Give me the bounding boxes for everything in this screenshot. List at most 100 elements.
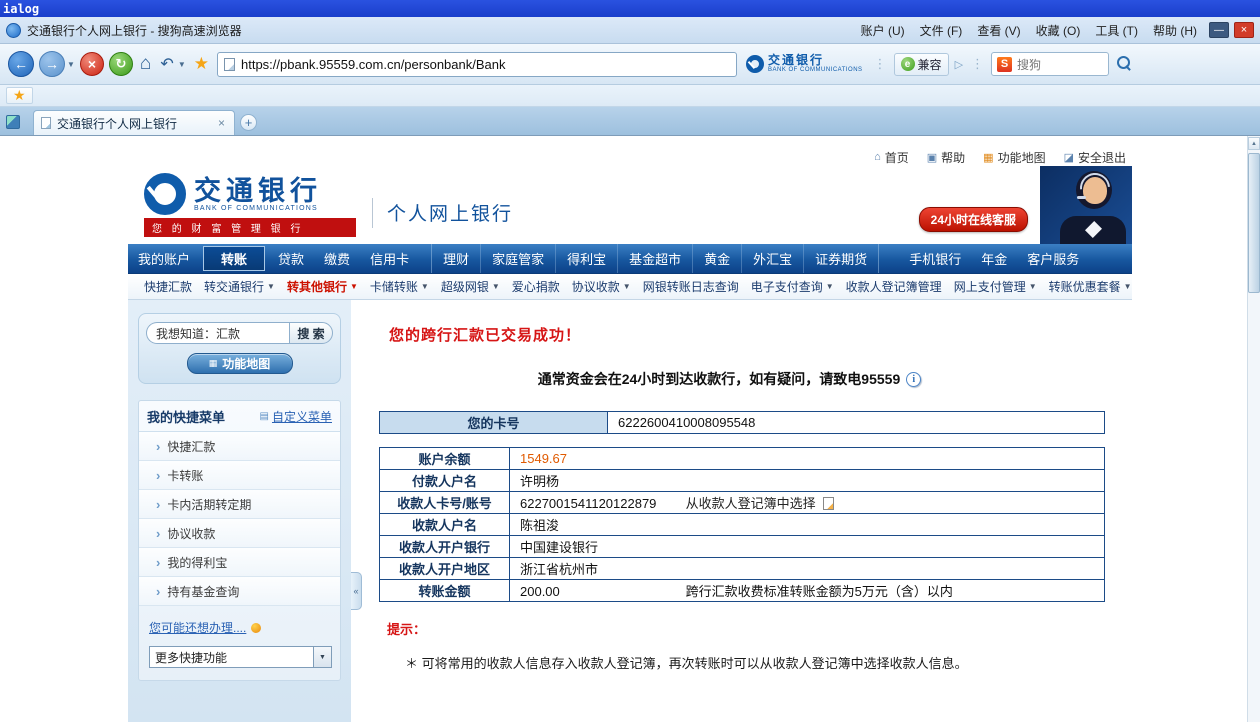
nav-securities[interactable]: 证券期货 [804,244,878,273]
chevron-right-icon: › [156,497,160,512]
browser-tab[interactable]: 交通银行个人网上银行 × [33,110,235,135]
address-url[interactable]: https://pbank.95559.com.cn/personbank/Ba… [241,57,506,72]
sidebar-item-delibao[interactable]: ›我的得利宝 [139,548,340,577]
nav-customer-service[interactable]: 客户服务 [1017,244,1089,273]
subnav-quick-remit[interactable]: 快捷汇款 [138,278,198,295]
new-tab-button[interactable]: + [240,114,257,131]
nav-gold[interactable]: 黄金 [693,244,742,273]
subnav-card-transfer[interactable]: 卡储转账▼ [364,278,435,295]
subnav-charity-donation[interactable]: 爱心捐款 [506,278,566,295]
more-services-link[interactable]: 您可能还想办理.... [149,619,334,636]
sidebar-toggle-icon[interactable] [6,115,20,129]
subnav-payee-registry-mgmt[interactable]: 收款人登记簿管理 [840,278,948,295]
card-number-value: 6222600410008095548 [608,412,1105,434]
undo-button[interactable]: ↶ [158,54,175,74]
search-button[interactable]: 搜 索 [289,322,333,344]
payee-bank-value: 中国建设银行 [520,537,682,556]
nav-delibao[interactable]: 得利宝 [556,244,618,273]
subnav-super-ebank[interactable]: 超级网银▼ [435,278,506,295]
subnav-transfer-package[interactable]: 转账优惠套餐▼ [1043,278,1138,295]
back-button[interactable]: ← [8,51,34,77]
scrollbar-up-arrow[interactable]: ▲ [1248,137,1260,150]
nav-annuity[interactable]: 年金 [971,244,1017,273]
address-bar[interactable]: https://pbank.95559.com.cn/personbank/Ba… [217,52,737,77]
menu-view[interactable]: 查看 (V) [970,20,1027,41]
nav-mobile-banking[interactable]: 手机银行 [899,244,971,273]
nav-family-manager[interactable]: 家庭管家 [481,244,556,273]
home-button[interactable]: ⌂ [138,53,153,75]
table-row: 收款人户名 陈祖浚 [380,514,1105,536]
toolbar-separator: ⋮ [969,56,986,72]
registry-select-link[interactable]: 从收款人登记簿中选择 [686,496,816,511]
payee-name-label: 收款人户名 [380,514,510,536]
undo-dropdown-icon[interactable]: ▼ [178,60,186,69]
minimize-button[interactable]: — [1209,22,1229,38]
favorites-star-icon[interactable]: ★ [6,87,33,104]
compat-button[interactable]: e 兼容 [894,53,949,76]
menu-help[interactable]: 帮助 (H) [1146,20,1204,41]
tip-text: ＊ 可将常用的收款人信息存入收款人登记簿，再次转账时可以从收款人登记簿中选择收款… [405,653,1126,672]
sidebar-item-current-to-fixed[interactable]: ›卡内活期转定期 [139,490,340,519]
stop-button[interactable]: × [80,52,104,76]
subnav-agreement-collect[interactable]: 协议收款▼ [566,278,637,295]
menu-file[interactable]: 文件 (F) [913,20,970,41]
subnav-epay-query[interactable]: 电子支付查询▼ [745,278,840,295]
menu-favorites[interactable]: 收藏 (O) [1029,20,1088,41]
home-icon: ⌂ [874,151,881,163]
headset-mic-icon [1077,196,1086,199]
nav-payment[interactable]: 缴费 [314,244,360,273]
history-dropdown-icon[interactable]: ▼ [67,60,75,69]
page-body: 我想知道：汇款 搜 索 ▦ 功能地图 我的快捷菜单 [128,300,1132,722]
site-name: 个人网上银行 [387,199,513,226]
search-input[interactable]: 我想知道：汇款 [146,322,289,344]
registry-icon[interactable] [823,497,834,510]
edit-icon: ▤ [260,411,269,422]
toplink-logout[interactable]: ◪ 安全退出 [1064,149,1126,166]
sidebar-collapse-handle[interactable]: « [351,572,362,610]
info-icon[interactable]: i [906,372,921,387]
subnav-transfer-log-query[interactable]: 网银转账日志查询 [637,278,745,295]
nav-my-account[interactable]: 我的账户 [128,244,200,273]
subnav-to-bocom[interactable]: 转交通银行▼ [198,278,281,295]
toplink-home[interactable]: ⌂ 首页 [874,149,909,166]
toplink-sitemap[interactable]: ▦ 功能地图 [983,149,1045,166]
tab-close-icon[interactable]: × [216,116,227,130]
menu-items: 账户 (U) 文件 (F) 查看 (V) 收藏 (O) 工具 (T) 帮助 (H… [854,20,1254,41]
subnav-to-other-bank[interactable]: 转其他银行▼ [281,278,364,295]
sidebar-item-quick-remit[interactable]: ›快捷汇款 [139,432,340,461]
card-number-label: 您的卡号 [380,412,608,434]
tip-title: 提示： [387,619,1126,638]
toplink-help[interactable]: ▣ 帮助 [927,149,965,166]
subnav-online-payment-mgmt[interactable]: 网上支付管理▼ [948,278,1043,295]
quick-dropdown-value[interactable]: 更多快捷功能 [149,646,314,668]
function-map-button[interactable]: ▦ 功能地图 [187,353,293,374]
sogou-search-input[interactable]: S 搜狗 [991,52,1109,76]
search-icon[interactable] [1114,54,1134,74]
page-scrollbar[interactable]: ▲ [1247,136,1260,722]
refresh-button[interactable]: ↻ [109,52,133,76]
nav-loan[interactable]: 贷款 [268,244,314,273]
bank-logo-group: 交通银行 BANK OF COMMUNICATIONS 您 的 财 富 管 理 … [144,173,356,237]
window-title: ialog [3,2,39,16]
menu-tools[interactable]: 工具 (T) [1088,20,1145,41]
customize-menu-link[interactable]: ▤ 自定义菜单 [260,408,332,425]
sidebar-item-agreement-collect[interactable]: ›协议收款 [139,519,340,548]
compat-arrow-icon[interactable]: ▷ [954,58,964,71]
scrollbar-thumb[interactable] [1248,153,1260,293]
quick-menu-panel: 我的快捷菜单 ▤ 自定义菜单 ›快捷汇款 ›卡转账 ›卡内活期转定期 ›协议收款… [138,400,341,681]
menu-account[interactable]: 账户 (U) [854,20,912,41]
nav-credit-card[interactable]: 信用卡 [360,244,419,273]
favorites-button[interactable]: ★ [191,54,212,74]
forward-button[interactable]: → [39,51,65,77]
nav-transfer[interactable]: 转账 [203,246,265,271]
dropdown-button[interactable]: ▼ [314,646,332,668]
sidebar-item-card-transfer[interactable]: ›卡转账 [139,461,340,490]
nav-fund-market[interactable]: 基金超市 [618,244,693,273]
sidebar-item-fund-holdings[interactable]: ›持有基金查询 [139,577,340,606]
nav-wealth[interactable]: 理财 [432,244,481,273]
nav-forex[interactable]: 外汇宝 [742,244,804,273]
tab-favicon [41,117,51,129]
service-badge[interactable]: 24小时在线客服 [919,207,1028,232]
compat-label: 兼容 [918,56,942,73]
close-button[interactable]: × [1234,22,1254,38]
